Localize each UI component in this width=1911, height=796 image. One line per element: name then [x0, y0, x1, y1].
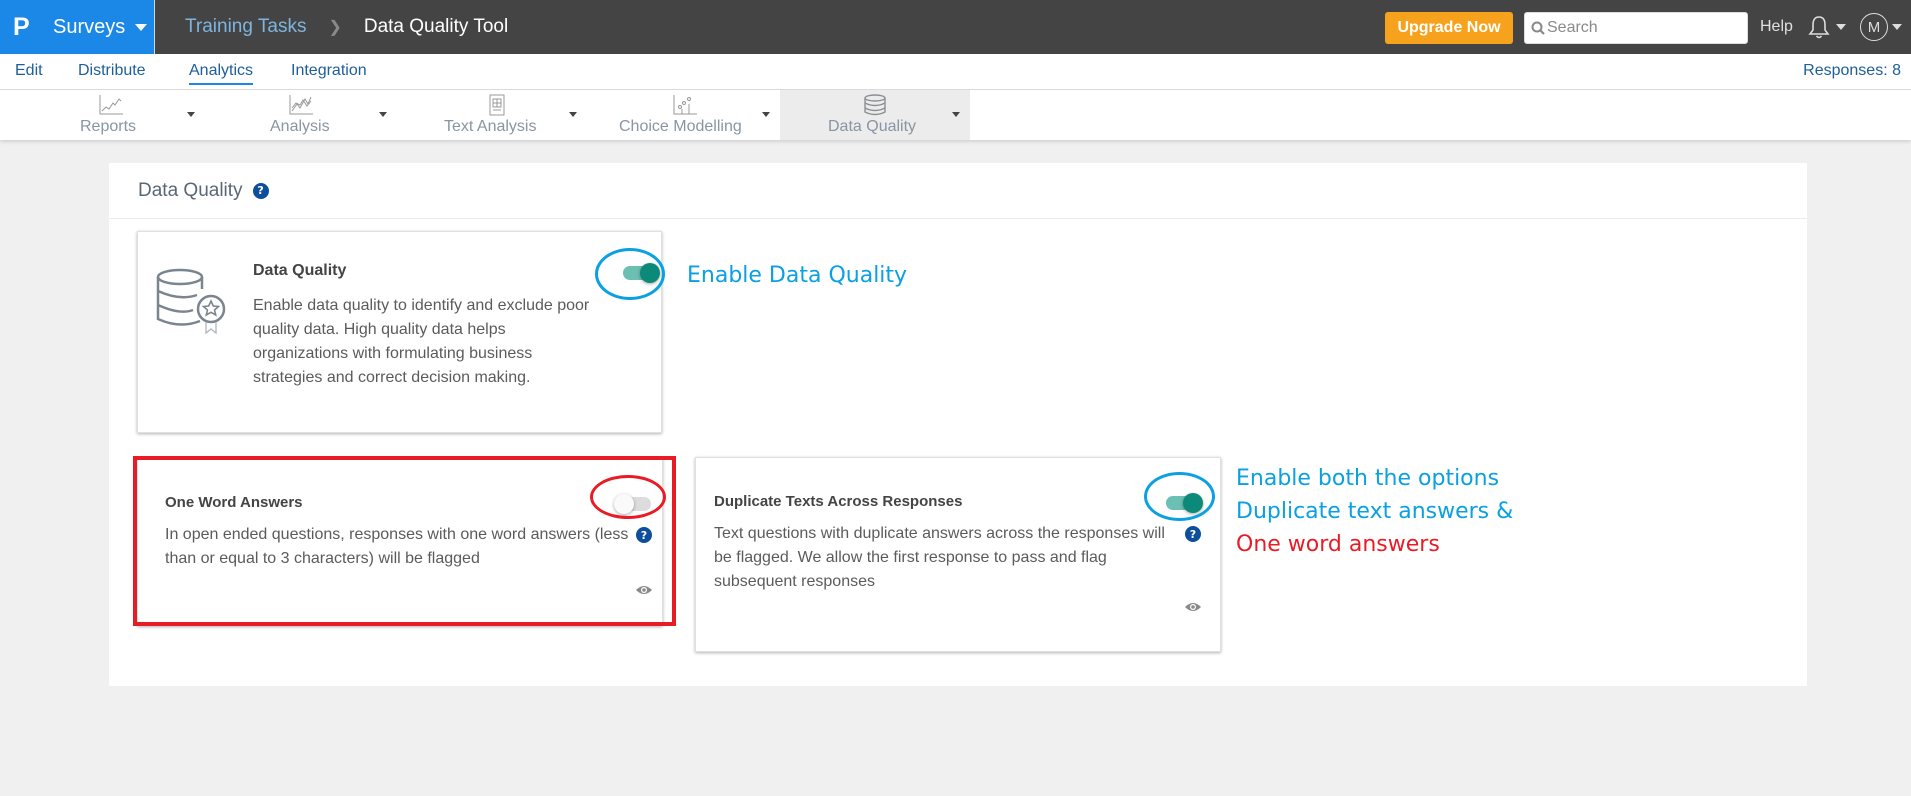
- card-description: In open ended questions, responses with …: [165, 526, 629, 567]
- chevron-down-icon[interactable]: [379, 112, 387, 117]
- annotation-enable-data-quality: Enable Data Quality: [687, 263, 908, 288]
- top-header: P Surveys Training Tasks ❯ Data Quality …: [0, 0, 1911, 54]
- nav-integration[interactable]: Integration: [291, 54, 367, 90]
- database-icon: [864, 94, 886, 116]
- help-icon[interactable]: ?: [252, 182, 269, 199]
- panel-header: Data Quality ?: [109, 163, 1807, 219]
- user-menu[interactable]: M: [1860, 12, 1902, 42]
- chevron-down-icon: [135, 23, 148, 31]
- tool-label: Reports: [80, 118, 137, 135]
- toggle-knob: [1183, 493, 1203, 513]
- tool-reports[interactable]: Reports: [60, 90, 200, 140]
- tool-label: Text Analysis: [444, 118, 537, 135]
- duplicate-texts-toggle[interactable]: [1166, 493, 1203, 513]
- line-chart-icon: [99, 95, 123, 115]
- one-word-answers-toggle[interactable]: [614, 494, 651, 514]
- breadcrumb-training-tasks[interactable]: Training Tasks: [185, 16, 306, 38]
- logo: P: [13, 12, 30, 41]
- data-quality-panel: Data Quality ? Data Quality Enable data …: [109, 163, 1807, 686]
- nav-edit[interactable]: Edit: [15, 54, 43, 90]
- avatar: M: [1860, 13, 1888, 41]
- card-title: Data Quality: [253, 262, 347, 279]
- chevron-down-icon[interactable]: [187, 112, 195, 117]
- card-description: Text questions with duplicate answers ac…: [714, 525, 1165, 590]
- card-title: Duplicate Texts Across Responses: [714, 493, 963, 510]
- search-box[interactable]: [1524, 12, 1748, 44]
- analytics-toolbar: Reports Analysis Text Analysis Choice Mo…: [0, 90, 1911, 140]
- breadcrumb: Training Tasks ❯ Data Quality Tool: [185, 0, 508, 54]
- tool-label: Choice Modelling: [619, 118, 742, 135]
- search-icon: [1531, 21, 1545, 35]
- help-icon[interactable]: ?: [636, 527, 652, 543]
- annotation-enable-both-line2: Duplicate text answers &: [1236, 499, 1514, 524]
- annotation-enable-both-line1: Enable both the options: [1236, 466, 1500, 491]
- responses-count: Responses: 8: [1803, 62, 1901, 79]
- data-quality-card: Data Quality Enable data quality to iden…: [137, 231, 662, 433]
- secondary-nav: Edit Distribute Analytics Integration Re…: [0, 54, 1911, 90]
- chevron-down-icon[interactable]: [762, 112, 770, 117]
- tool-text-analysis[interactable]: Text Analysis: [435, 90, 585, 140]
- card-description: Enable data quality to identify and excl…: [253, 297, 590, 386]
- tool-data-quality[interactable]: Data Quality: [780, 90, 970, 140]
- search-input[interactable]: [1547, 19, 1737, 37]
- chevron-down-icon[interactable]: [952, 112, 960, 117]
- eye-icon[interactable]: [1184, 601, 1202, 613]
- nav-analytics[interactable]: Analytics: [189, 54, 254, 90]
- nav-distribute[interactable]: Distribute: [78, 54, 146, 90]
- page-title: Data Quality: [138, 179, 243, 201]
- toggle-knob: [640, 263, 660, 283]
- tool-label: Data Quality: [828, 118, 917, 135]
- help-link[interactable]: Help: [1760, 0, 1793, 54]
- database-award-icon: [156, 268, 226, 335]
- breadcrumb-separator-icon: ❯: [328, 19, 342, 36]
- chevron-down-icon: [1836, 24, 1846, 30]
- breadcrumb-current: Data Quality Tool: [363, 16, 509, 37]
- eye-icon[interactable]: [635, 584, 653, 596]
- text-document-icon: [489, 94, 505, 116]
- toggle-knob: [614, 494, 634, 514]
- app-switcher[interactable]: P Surveys: [0, 0, 155, 54]
- data-quality-toggle[interactable]: [623, 263, 660, 283]
- card-title: One Word Answers: [165, 494, 303, 511]
- help-icon[interactable]: ?: [1185, 526, 1201, 542]
- tool-label: Analysis: [270, 118, 330, 135]
- tool-choice-modelling[interactable]: Choice Modelling: [610, 90, 780, 140]
- scatter-chart-icon: [673, 95, 697, 115]
- multi-line-chart-icon: [289, 95, 313, 115]
- notifications-button[interactable]: [1806, 12, 1846, 42]
- duplicate-texts-card: Duplicate Texts Across Responses Text qu…: [695, 457, 1221, 652]
- one-word-answers-card: One Word Answers In open ended questions…: [137, 458, 663, 626]
- annotation-enable-both-line3: One word answers: [1236, 532, 1440, 557]
- chevron-down-icon: [1892, 24, 1902, 30]
- chevron-down-icon[interactable]: [569, 112, 577, 117]
- tool-analysis[interactable]: Analysis: [255, 90, 395, 140]
- upgrade-now-button[interactable]: Upgrade Now: [1385, 12, 1513, 44]
- bell-icon: [1808, 16, 1830, 39]
- app-name: Surveys: [53, 15, 126, 38]
